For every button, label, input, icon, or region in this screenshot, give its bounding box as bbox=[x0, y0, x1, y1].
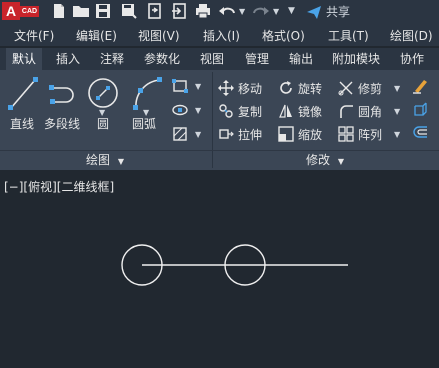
ribbon-tabs: 默认 插入 注释 参数化 视图 管理 输出 附加模块 协作 bbox=[0, 48, 439, 70]
menu-edit[interactable]: 编辑(E) bbox=[76, 27, 117, 44]
hatch-dropdown-icon[interactable]: ▼ bbox=[195, 130, 201, 139]
print-icon[interactable] bbox=[194, 2, 212, 20]
tab-default[interactable]: 默认 bbox=[6, 48, 42, 70]
tab-collaborate[interactable]: 协作 bbox=[392, 48, 432, 70]
polyline-label: 多段线 bbox=[44, 117, 81, 131]
move-button[interactable]: 移动 bbox=[218, 78, 278, 98]
fillet-button[interactable]: 圆角 bbox=[338, 101, 390, 121]
line-icon bbox=[8, 77, 38, 110]
drawing-canvas[interactable] bbox=[0, 172, 439, 368]
copy-button[interactable]: 复制 bbox=[218, 101, 278, 121]
arc-dropdown-icon[interactable]: ▼ bbox=[143, 108, 149, 117]
hatch-icon[interactable] bbox=[172, 126, 188, 142]
stretch-button[interactable]: 拉伸 bbox=[218, 124, 278, 144]
new-file-icon[interactable] bbox=[50, 2, 68, 20]
move-label: 移动 bbox=[238, 82, 263, 96]
rectangle-icon[interactable] bbox=[172, 78, 188, 94]
trim-label: 修剪 bbox=[358, 82, 383, 96]
rotate-button[interactable]: 旋转 bbox=[278, 78, 334, 98]
fillet-icon bbox=[340, 105, 353, 118]
tab-insert[interactable]: 插入 bbox=[50, 48, 86, 70]
draw-panel-dropdown-icon: ▼ bbox=[117, 157, 124, 166]
copy-label: 复制 bbox=[238, 105, 263, 119]
draw-panel-title[interactable]: 绘图 ▼ bbox=[86, 152, 124, 168]
stretch-icon bbox=[219, 129, 234, 139]
scale-button[interactable]: 缩放 bbox=[278, 124, 334, 144]
circle-icon bbox=[88, 78, 118, 108]
draw-panel-title-label: 绘图 bbox=[86, 153, 111, 167]
circle-button[interactable]: 圆 ▼ bbox=[86, 74, 122, 131]
array-label: 阵列 bbox=[358, 128, 383, 142]
tab-parametric[interactable]: 参数化 bbox=[138, 48, 186, 70]
menu-file[interactable]: 文件(F) bbox=[14, 27, 54, 44]
customize-dropdown-icon[interactable]: ▼ bbox=[288, 6, 295, 16]
scale-icon bbox=[278, 126, 294, 142]
panel-title-bar bbox=[0, 150, 439, 170]
circle-label: 圆 bbox=[97, 117, 110, 131]
explode-icon[interactable] bbox=[412, 101, 428, 117]
modify-panel-dropdown-icon: ▼ bbox=[337, 157, 344, 166]
undo-icon[interactable] bbox=[218, 2, 236, 20]
fillet-label: 圆角 bbox=[358, 105, 383, 119]
export-icon[interactable] bbox=[146, 2, 164, 20]
menu-draw[interactable]: 绘图(D) bbox=[390, 27, 433, 44]
arc-button[interactable]: 圆弧 ▼ bbox=[128, 74, 168, 131]
tab-output[interactable]: 输出 bbox=[282, 48, 320, 70]
mirror-icon bbox=[279, 104, 292, 118]
import-icon[interactable] bbox=[170, 2, 188, 20]
arc-label: 圆弧 bbox=[132, 117, 157, 131]
tab-annotate[interactable]: 注释 bbox=[94, 48, 130, 70]
share-label: 共享 bbox=[326, 5, 351, 19]
save-icon[interactable] bbox=[94, 2, 112, 20]
rotate-label: 旋转 bbox=[298, 82, 323, 96]
trim-dropdown-icon[interactable]: ▼ bbox=[394, 84, 400, 93]
tab-addins[interactable]: 附加模块 bbox=[326, 48, 386, 70]
rectangle-dropdown-icon[interactable]: ▼ bbox=[195, 82, 201, 91]
share-button[interactable]: 共享 bbox=[306, 3, 350, 21]
menu-format[interactable]: 格式(O) bbox=[262, 27, 305, 44]
logo-letter: A bbox=[2, 2, 20, 20]
offset-icon[interactable] bbox=[412, 124, 428, 140]
arc-icon bbox=[133, 77, 162, 110]
menu-view[interactable]: 视图(V) bbox=[138, 27, 180, 44]
modify-panel-title-label: 修改 bbox=[306, 153, 331, 167]
menu-bar: 文件(F) 编辑(E) 视图(V) 插入(I) 格式(O) 工具(T) 绘图(D… bbox=[0, 24, 439, 46]
rotate-icon bbox=[280, 81, 292, 94]
trim-button[interactable]: 修剪 bbox=[338, 78, 390, 98]
tab-manage[interactable]: 管理 bbox=[238, 48, 276, 70]
save-as-icon[interactable] bbox=[120, 2, 138, 20]
stretch-label: 拉伸 bbox=[238, 128, 263, 142]
menu-tools[interactable]: 工具(T) bbox=[328, 27, 369, 44]
tab-view[interactable]: 视图 bbox=[194, 48, 230, 70]
redo-dropdown-icon[interactable]: ▼ bbox=[273, 7, 279, 16]
modify-panel-title[interactable]: 修改 ▼ bbox=[306, 152, 344, 168]
line-button[interactable]: 直线 bbox=[4, 74, 40, 131]
mirror-label: 镜像 bbox=[298, 105, 323, 119]
app-logo[interactable]: A CAD bbox=[0, 0, 40, 22]
menu-insert[interactable]: 插入(I) bbox=[203, 27, 240, 44]
redo-icon[interactable] bbox=[252, 2, 270, 20]
copy-icon bbox=[219, 104, 233, 118]
undo-dropdown-icon[interactable]: ▼ bbox=[239, 7, 245, 16]
quick-access-toolbar: A CAD ▼ ▼ ▼ 共享 bbox=[0, 0, 439, 24]
logo-text: CAD bbox=[20, 6, 39, 17]
erase-icon[interactable] bbox=[412, 78, 428, 94]
fillet-dropdown-icon[interactable]: ▼ bbox=[394, 107, 400, 116]
ellipse-dropdown-icon[interactable]: ▼ bbox=[195, 106, 201, 115]
trim-icon bbox=[338, 81, 353, 96]
polyline-icon bbox=[49, 85, 74, 104]
polyline-button[interactable]: 多段线 bbox=[44, 74, 84, 131]
ellipse-icon[interactable] bbox=[172, 102, 188, 118]
array-dropdown-icon[interactable]: ▼ bbox=[394, 130, 400, 139]
open-folder-icon[interactable] bbox=[72, 2, 90, 20]
scale-label: 缩放 bbox=[298, 128, 323, 142]
line-label: 直线 bbox=[10, 117, 35, 131]
share-icon bbox=[307, 6, 321, 19]
viewport-controls[interactable]: [−][俯视][二维线框] bbox=[4, 178, 114, 195]
mirror-button[interactable]: 镜像 bbox=[278, 101, 334, 121]
circle-dropdown-icon[interactable]: ▼ bbox=[99, 108, 105, 117]
array-icon bbox=[338, 126, 354, 142]
move-icon bbox=[218, 80, 234, 96]
array-button[interactable]: 阵列 bbox=[338, 124, 390, 144]
